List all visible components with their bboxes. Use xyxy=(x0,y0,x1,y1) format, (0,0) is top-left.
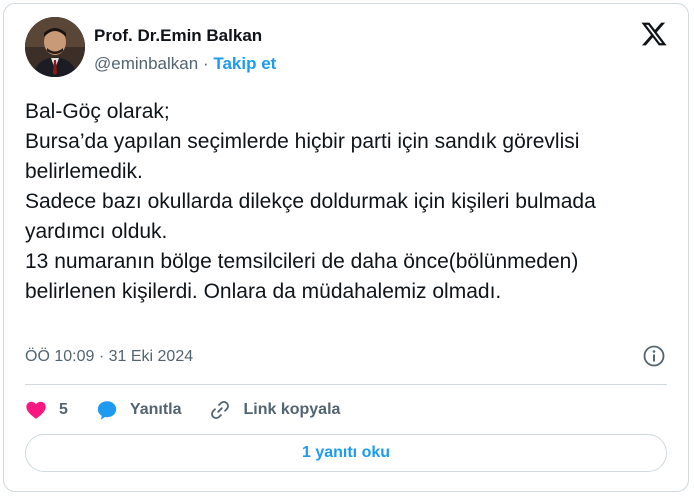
tweet-date: 31 Eki 2024 xyxy=(108,348,194,365)
copy-link-label: Link kopyala xyxy=(243,401,341,418)
follow-button[interactable]: Takip et xyxy=(213,54,276,73)
link-icon xyxy=(211,400,230,420)
heart-icon xyxy=(26,401,46,419)
author-handle[interactable]: @eminbalkan xyxy=(94,54,198,73)
tweet-text: Bal-Göç olarak; Bursa’da yapılan seçimle… xyxy=(25,100,596,303)
tweet-time: ÖÖ 10:09 xyxy=(25,348,95,365)
reply-label: Yanıtla xyxy=(129,401,182,418)
info-icon[interactable] xyxy=(642,344,666,368)
speech-bubble-icon xyxy=(97,401,117,420)
copy-link-button[interactable]: Link kopyala xyxy=(209,399,340,421)
avatar[interactable] xyxy=(25,17,85,77)
author-name[interactable]: Prof. Dr.Emin Balkan xyxy=(94,26,262,46)
author-handle-row: @eminbalkan · Takip et xyxy=(94,54,276,74)
read-replies-label: 1 yanıtı oku xyxy=(301,444,391,461)
tweet-card: Prof. Dr.Emin Balkan @eminbalkan · Takip… xyxy=(3,3,689,492)
tweet-timestamp[interactable]: ÖÖ 10:09 · 31 Eki 2024 xyxy=(25,348,193,366)
read-replies-button[interactable]: 1 yanıtı oku xyxy=(25,434,667,472)
handle-separator: · xyxy=(202,54,209,73)
reply-button[interactable]: Yanıtla xyxy=(96,399,182,421)
x-logo-icon[interactable] xyxy=(640,20,668,48)
action-bar: 5 Yanıtla Link kopyala xyxy=(25,396,368,424)
like-button[interactable]: 5 xyxy=(25,399,68,421)
like-count: 5 xyxy=(59,401,68,418)
timestamp-separator: · xyxy=(98,348,105,365)
divider xyxy=(25,384,667,385)
